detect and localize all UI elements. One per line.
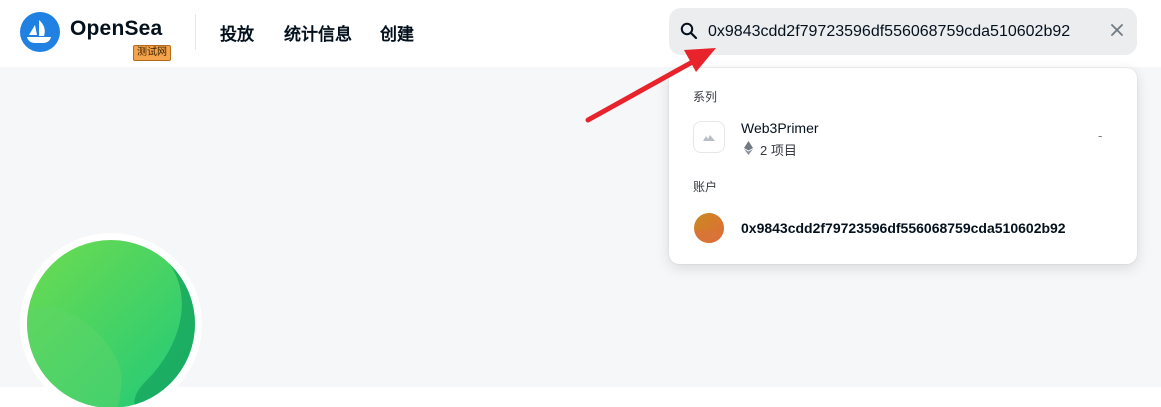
red-arrow-icon [585,48,716,123]
collection-item-count: 2 项目 [760,143,797,158]
nav-drops-link[interactable]: 投放 [220,20,254,45]
search-input[interactable] [708,18,1105,46]
header-divider [195,14,196,50]
testnet-badge: 测试网 [133,45,171,61]
collection-name: Web3Primer [741,120,819,136]
accounts-section-title: 账户 [693,180,718,194]
account-avatar [694,213,724,243]
nav-create-link[interactable]: 创建 [380,20,414,45]
account-address: 0x9843cdd2f79723596df556068759cda510602b… [741,220,1066,236]
search-icon [680,22,698,40]
nav-stats-link[interactable]: 统计信息 [284,20,352,45]
profile-avatar[interactable] [27,240,195,407]
ethereum-icon [744,141,753,155]
close-icon[interactable] [1108,21,1126,39]
brand-name[interactable]: OpenSea [70,17,162,41]
collection-floor-price: - [1098,128,1103,143]
opensea-logo-icon[interactable] [20,12,60,52]
